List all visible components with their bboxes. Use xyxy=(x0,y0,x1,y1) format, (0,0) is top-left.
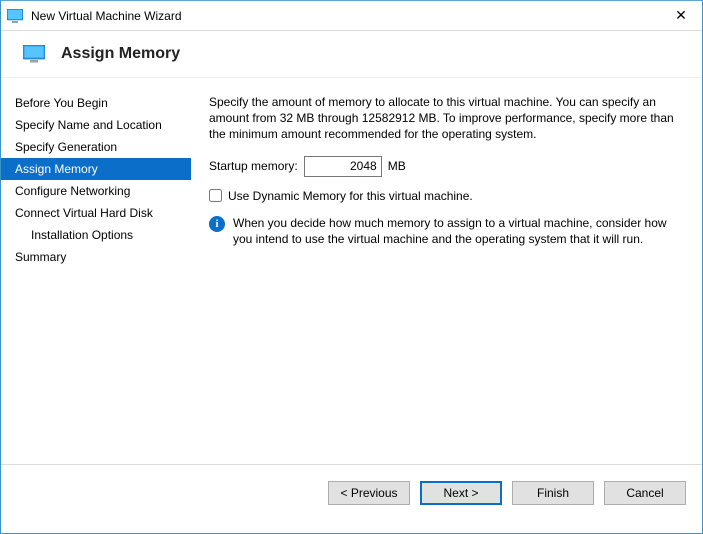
startup-memory-label: Startup memory: xyxy=(209,159,298,173)
next-button[interactable]: Next > xyxy=(420,481,502,505)
wizard-footer: < Previous Next > Finish Cancel xyxy=(1,464,702,520)
step-before-you-begin[interactable]: Before You Begin xyxy=(1,92,191,114)
step-installation-options[interactable]: Installation Options xyxy=(1,224,191,246)
app-icon xyxy=(7,9,23,23)
startup-memory-row: Startup memory: MB xyxy=(209,156,684,177)
step-connect-virtual-hard-disk[interactable]: Connect Virtual Hard Disk xyxy=(1,202,191,224)
sidebar-item-label: Specify Generation xyxy=(15,140,117,154)
dynamic-memory-checkbox[interactable] xyxy=(209,189,222,202)
close-button[interactable]: ✕ xyxy=(660,1,702,30)
finish-button[interactable]: Finish xyxy=(512,481,594,505)
startup-memory-input[interactable] xyxy=(304,156,382,177)
step-summary[interactable]: Summary xyxy=(1,246,191,268)
info-text: When you decide how much memory to assig… xyxy=(233,215,684,247)
memory-description: Specify the amount of memory to allocate… xyxy=(209,94,684,143)
info-panel: i When you decide how much memory to ass… xyxy=(209,215,684,247)
sidebar-item-label: Configure Networking xyxy=(15,184,130,198)
step-assign-memory[interactable]: Assign Memory xyxy=(1,158,191,180)
startup-memory-unit: MB xyxy=(388,159,406,173)
previous-button[interactable]: < Previous xyxy=(328,481,410,505)
info-icon: i xyxy=(209,216,225,232)
page-title: Assign Memory xyxy=(61,45,180,63)
wizard-content: Specify the amount of memory to allocate… xyxy=(191,78,702,464)
sidebar-item-label: Specify Name and Location xyxy=(15,118,162,132)
cancel-button[interactable]: Cancel xyxy=(604,481,686,505)
wizard-header: Assign Memory xyxy=(1,31,702,78)
sidebar-item-label: Summary xyxy=(15,250,66,264)
sidebar-item-label: Installation Options xyxy=(31,228,133,242)
wizard-header-icon xyxy=(23,45,45,63)
step-configure-networking[interactable]: Configure Networking xyxy=(1,180,191,202)
wizard-steps-sidebar: Before You Begin Specify Name and Locati… xyxy=(1,78,191,464)
title-bar: New Virtual Machine Wizard ✕ xyxy=(1,1,702,31)
step-specify-name-and-location[interactable]: Specify Name and Location xyxy=(1,114,191,136)
window-title: New Virtual Machine Wizard xyxy=(31,9,182,23)
sidebar-item-label: Before You Begin xyxy=(15,96,108,110)
dynamic-memory-label[interactable]: Use Dynamic Memory for this virtual mach… xyxy=(228,189,473,203)
wizard-body: Before You Begin Specify Name and Locati… xyxy=(1,78,702,464)
step-specify-generation[interactable]: Specify Generation xyxy=(1,136,191,158)
sidebar-item-label: Assign Memory xyxy=(15,162,98,176)
sidebar-item-label: Connect Virtual Hard Disk xyxy=(15,206,153,220)
dynamic-memory-row: Use Dynamic Memory for this virtual mach… xyxy=(209,189,684,203)
